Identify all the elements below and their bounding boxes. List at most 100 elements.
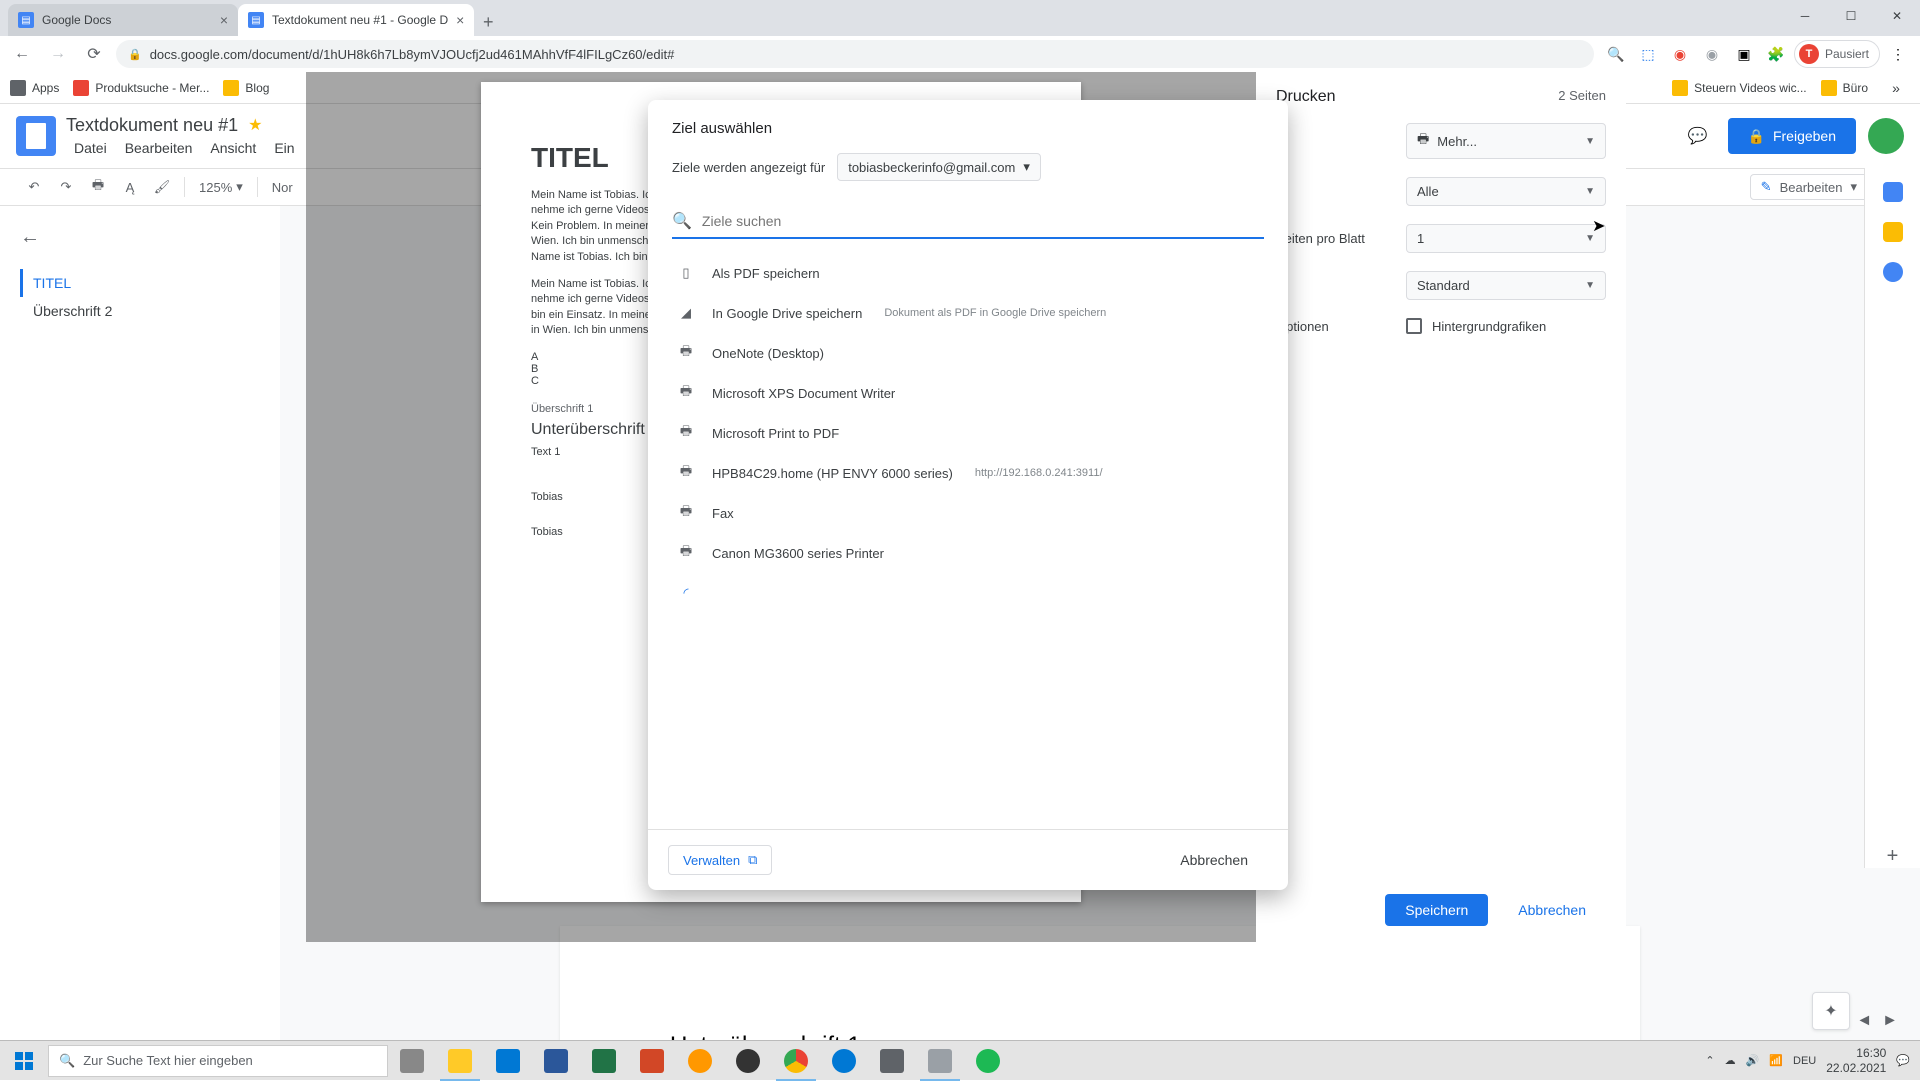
chrome-button[interactable]	[772, 1041, 820, 1081]
url-input[interactable]: 🔒 docs.google.com/document/d/1hUH8k6h7Lb…	[116, 40, 1594, 68]
back-button[interactable]: ←	[8, 40, 36, 68]
volume-icon[interactable]: 🔊	[1746, 1054, 1760, 1067]
minimize-button[interactable]: ─	[1782, 0, 1828, 32]
spinner-icon: ◜	[676, 583, 696, 603]
undo-button[interactable]: ↶	[20, 173, 48, 201]
explore-button[interactable]: ✦	[1812, 992, 1850, 1030]
app-button[interactable]	[484, 1041, 532, 1081]
word-button[interactable]	[532, 1041, 580, 1081]
outline-item-titel[interactable]: TITEL	[20, 269, 260, 297]
bookmarks-overflow-icon[interactable]: »	[1882, 74, 1910, 102]
manage-button[interactable]: Verwalten ⧉	[668, 845, 772, 875]
dest-item-pdf[interactable]: ▯Als PDF speichern	[672, 253, 1264, 293]
app-button[interactable]	[676, 1041, 724, 1081]
user-avatar[interactable]	[1868, 118, 1904, 154]
dest-item-hp[interactable]: 🖶HPB84C29.home (HP ENVY 6000 series)http…	[672, 453, 1264, 493]
prev-page-button[interactable]: ◄	[1856, 1012, 1872, 1030]
bookmark-item[interactable]: Steuern Videos wic...	[1672, 80, 1807, 96]
save-button[interactable]: Speichern	[1385, 894, 1488, 926]
profile-chip[interactable]: T Pausiert	[1794, 40, 1880, 68]
keep-icon[interactable]	[1883, 222, 1903, 242]
task-view-button[interactable]	[388, 1041, 436, 1081]
dest-item-print-pdf[interactable]: 🖶Microsoft Print to PDF	[672, 413, 1264, 453]
close-tab-icon[interactable]: ×	[456, 12, 464, 28]
cancel-button[interactable]: Abbrechen	[1160, 844, 1268, 876]
reload-button[interactable]: ⟳	[80, 40, 108, 68]
taskbar-search[interactable]: 🔍 Zur Suche Text hier eingeben	[48, 1045, 388, 1077]
outline-back-button[interactable]: ←	[20, 226, 260, 249]
document-title[interactable]: Textdokument neu #1	[66, 115, 238, 136]
extension-icon[interactable]: ▣	[1730, 40, 1758, 68]
perpage-select[interactable]: 1▼	[1406, 224, 1606, 253]
wifi-icon[interactable]: 📶	[1769, 1054, 1783, 1067]
search-field[interactable]: 🔍	[672, 205, 1264, 239]
app-button[interactable]	[868, 1041, 916, 1081]
menu-file[interactable]: Datei	[66, 138, 115, 158]
editing-mode-button[interactable]: ✎ Bearbeiten ▾	[1750, 174, 1868, 200]
start-button[interactable]	[0, 1041, 48, 1081]
extension-icon[interactable]: ◉	[1698, 40, 1726, 68]
bookmark-item[interactable]: Büro	[1821, 80, 1868, 96]
bookmark-item[interactable]: Produktsuche - Mer...	[73, 80, 209, 96]
extensions-menu-icon[interactable]: 🧩	[1762, 40, 1790, 68]
explorer-button[interactable]	[436, 1041, 484, 1081]
docs-logo-icon[interactable]	[16, 116, 56, 156]
new-tab-button[interactable]: +	[474, 8, 502, 36]
outline-item-ueberschrift2[interactable]: Überschrift 2	[20, 297, 260, 325]
onedrive-icon[interactable]: ☁	[1725, 1054, 1736, 1067]
print-button[interactable]: 🖶	[84, 173, 112, 201]
cancel-button[interactable]: Abbrechen	[1498, 894, 1606, 926]
bookmark-item[interactable]: Blog	[223, 80, 269, 96]
notifications-icon[interactable]: 💬	[1896, 1054, 1910, 1067]
bg-graphics-checkbox[interactable]: Hintergrundgrafiken	[1406, 318, 1546, 334]
star-icon[interactable]: ★	[248, 115, 262, 135]
lang-indicator[interactable]: DEU	[1793, 1055, 1816, 1067]
search-input[interactable]	[702, 213, 1264, 229]
paint-format-button[interactable]: 🖌	[148, 173, 176, 201]
next-page-button[interactable]: ►	[1882, 1012, 1898, 1030]
share-button[interactable]: 🔒 Freigeben	[1728, 118, 1856, 154]
qr-icon[interactable]: ⬚	[1634, 40, 1662, 68]
extension-icon[interactable]: ◉	[1666, 40, 1694, 68]
margins-select[interactable]: Standard▼	[1406, 271, 1606, 300]
zoom-select[interactable]: 125%▾	[193, 179, 249, 195]
dest-item-onenote[interactable]: 🖶OneNote (Desktop)	[672, 333, 1264, 373]
app-button[interactable]	[916, 1041, 964, 1081]
excel-button[interactable]	[580, 1041, 628, 1081]
tasks-icon[interactable]	[1883, 262, 1903, 282]
dest-item-drive[interactable]: ◢In Google Drive speichernDokument als P…	[672, 293, 1264, 333]
account-select[interactable]: tobiasbeckerinfo@gmail.com ▾	[837, 153, 1041, 181]
zoom-icon[interactable]: 🔍	[1602, 40, 1630, 68]
menu-icon[interactable]: ⋮	[1884, 40, 1912, 68]
apps-bookmark[interactable]: Apps	[10, 80, 59, 96]
edge-button[interactable]	[820, 1041, 868, 1081]
tab-document[interactable]: ▤ Textdokument neu #1 - Google D ×	[238, 4, 474, 36]
redo-button[interactable]: ↷	[52, 173, 80, 201]
destination-select[interactable]: 🖶Mehr... ▼	[1406, 123, 1606, 159]
forward-button[interactable]: →	[44, 40, 72, 68]
calendar-icon[interactable]	[1883, 182, 1903, 202]
comments-button[interactable]: 💬	[1680, 118, 1716, 154]
obs-button[interactable]	[724, 1041, 772, 1081]
style-select[interactable]: Nor	[266, 180, 299, 195]
powerpoint-button[interactable]	[628, 1041, 676, 1081]
close-tab-icon[interactable]: ×	[220, 12, 228, 28]
pages-select[interactable]: Alle▼	[1406, 177, 1606, 206]
tray-chevron-icon[interactable]: ⌃	[1705, 1054, 1714, 1067]
page-count: 2 Seiten	[1276, 88, 1606, 103]
menu-insert[interactable]: Ein	[266, 138, 302, 158]
clock[interactable]: 16:30 22.02.2021	[1826, 1046, 1886, 1075]
add-icon[interactable]: +	[1887, 845, 1899, 868]
dest-item-xps[interactable]: 🖶Microsoft XPS Document Writer	[672, 373, 1264, 413]
maximize-button[interactable]: ☐	[1828, 0, 1874, 32]
menu-edit[interactable]: Bearbeiten	[117, 138, 201, 158]
spellcheck-button[interactable]: Ą	[116, 173, 144, 201]
page-2[interactable]: Unterüberschrift 1 Text 1	[560, 926, 1640, 1040]
profile-label: Pausiert	[1825, 47, 1869, 61]
menu-view[interactable]: Ansicht	[202, 138, 264, 158]
tab-google-docs[interactable]: ▤ Google Docs ×	[8, 4, 238, 36]
dest-item-fax[interactable]: 🖶Fax	[672, 493, 1264, 533]
close-window-button[interactable]: ✕	[1874, 0, 1920, 32]
spotify-button[interactable]	[964, 1041, 1012, 1081]
dest-item-canon[interactable]: 🖶Canon MG3600 series Printer	[672, 533, 1264, 573]
